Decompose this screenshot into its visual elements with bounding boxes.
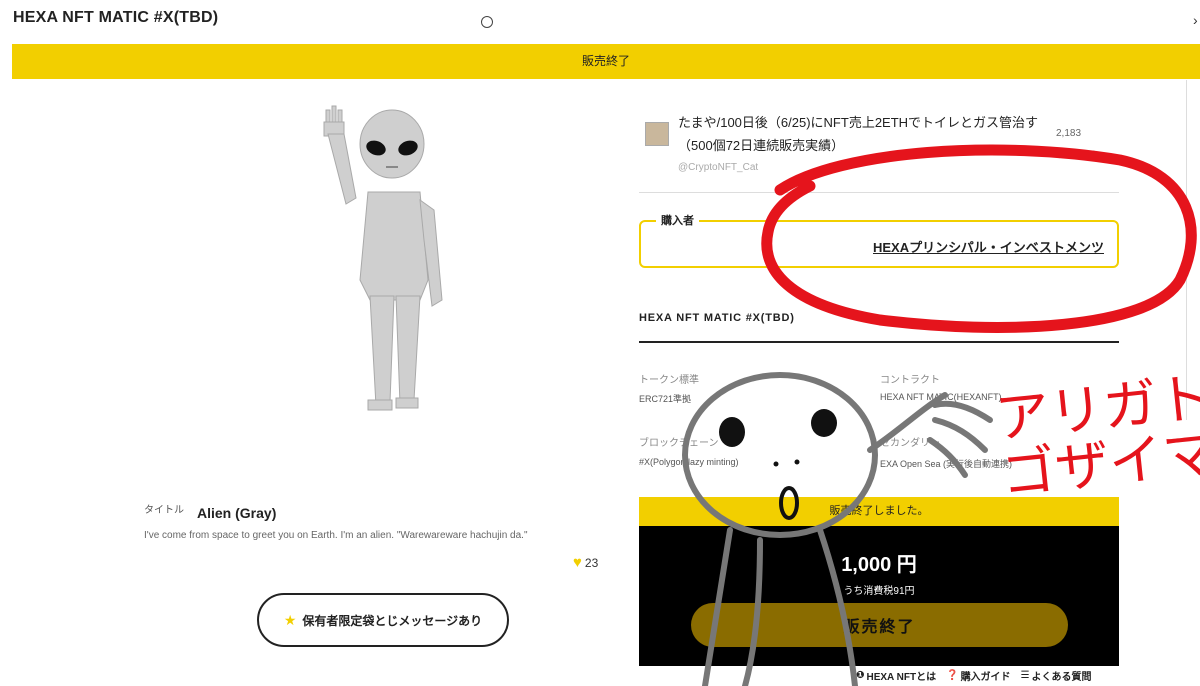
title-label: タイトル <box>144 505 184 516</box>
help-icon: ❓ <box>946 670 959 681</box>
menu-icon[interactable]: › <box>1193 12 1198 28</box>
footer-links: ❶ HEXA NFTとは ❓ 購入ガイド ☰ よくある質問 <box>856 668 1092 683</box>
divider <box>639 192 1119 193</box>
link-purchase-guide[interactable]: ❓ 購入ガイド <box>946 668 1010 683</box>
like-button[interactable]: ♥ 23 <box>573 554 599 571</box>
blockchain-label: ブロックチェーン <box>639 438 719 449</box>
sale-ended-banner: 販売終了 <box>12 44 1200 79</box>
seller-name[interactable]: たまや/100日後（6/25)にNFT売上2ETHでトイレとガス管治す（500個… <box>678 111 1054 157</box>
star-icon: ★ <box>283 611 297 628</box>
contract-link[interactable]: HEXA NFT MATIC(HEXANFT) <box>880 392 1002 402</box>
buyer-label: 購入者 <box>656 212 699 228</box>
like-count: 23 <box>584 556 599 570</box>
follower-count: 2,183 <box>1056 128 1082 139</box>
follower-label: フォロワー <box>1056 150 1106 161</box>
holder-message-label: 保有者限定袋とじメッセージあり <box>302 613 483 628</box>
price: 1,000 円 <box>841 554 917 576</box>
link-label: HEXA NFTとは <box>866 672 937 683</box>
buyer-name-link[interactable]: HEXAプリンシパル・インベストメンツ <box>873 237 1104 256</box>
secondary-market-value: EXA Open Sea (実行後自動連携) <box>880 459 1013 469</box>
link-faq[interactable]: ☰ よくある質問 <box>1021 668 1092 683</box>
list-icon: ☰ <box>1020 670 1030 681</box>
nft-description: I've come from space to greet you on Ear… <box>144 530 528 541</box>
link-label: 購入ガイド <box>960 672 1011 683</box>
holder-message-button[interactable]: ★ 保有者限定袋とじメッセージあり <box>257 593 509 647</box>
link-about-hexa-nft[interactable]: ❶ HEXA NFTとは <box>856 668 936 683</box>
tax-note: うち消費税91円 <box>843 586 915 597</box>
seller-avatar[interactable] <box>645 122 669 146</box>
sold-out-button: 販売終了 <box>691 603 1068 647</box>
divider <box>639 341 1119 343</box>
secondary-market-label: セカンダリー <box>880 438 940 449</box>
heart-icon: ♥ <box>573 554 582 571</box>
blockchain-value: #X(Polygon lazy minting) <box>639 457 739 467</box>
nft-image-alien <box>323 105 443 411</box>
handwritten-thanks: アリガト ゴザイマス <box>993 364 1200 506</box>
info-icon: ❶ <box>856 670 865 681</box>
link-label: よくある質問 <box>1031 672 1092 683</box>
page-title: HEXA NFT MATIC #X(TBD) <box>13 9 219 26</box>
contract-label: コントラクト <box>880 375 940 386</box>
collection-title: HEXA NFT MATIC #X(TBD) <box>639 312 795 324</box>
radio-indicator-icon <box>481 16 493 28</box>
token-standard-label: トークン標準 <box>639 375 699 386</box>
seller-handle[interactable]: @CryptoNFT_Cat <box>678 162 758 173</box>
token-standard-value: ERC721準拠 <box>639 394 692 404</box>
nft-name: Alien (Gray) <box>197 505 277 521</box>
